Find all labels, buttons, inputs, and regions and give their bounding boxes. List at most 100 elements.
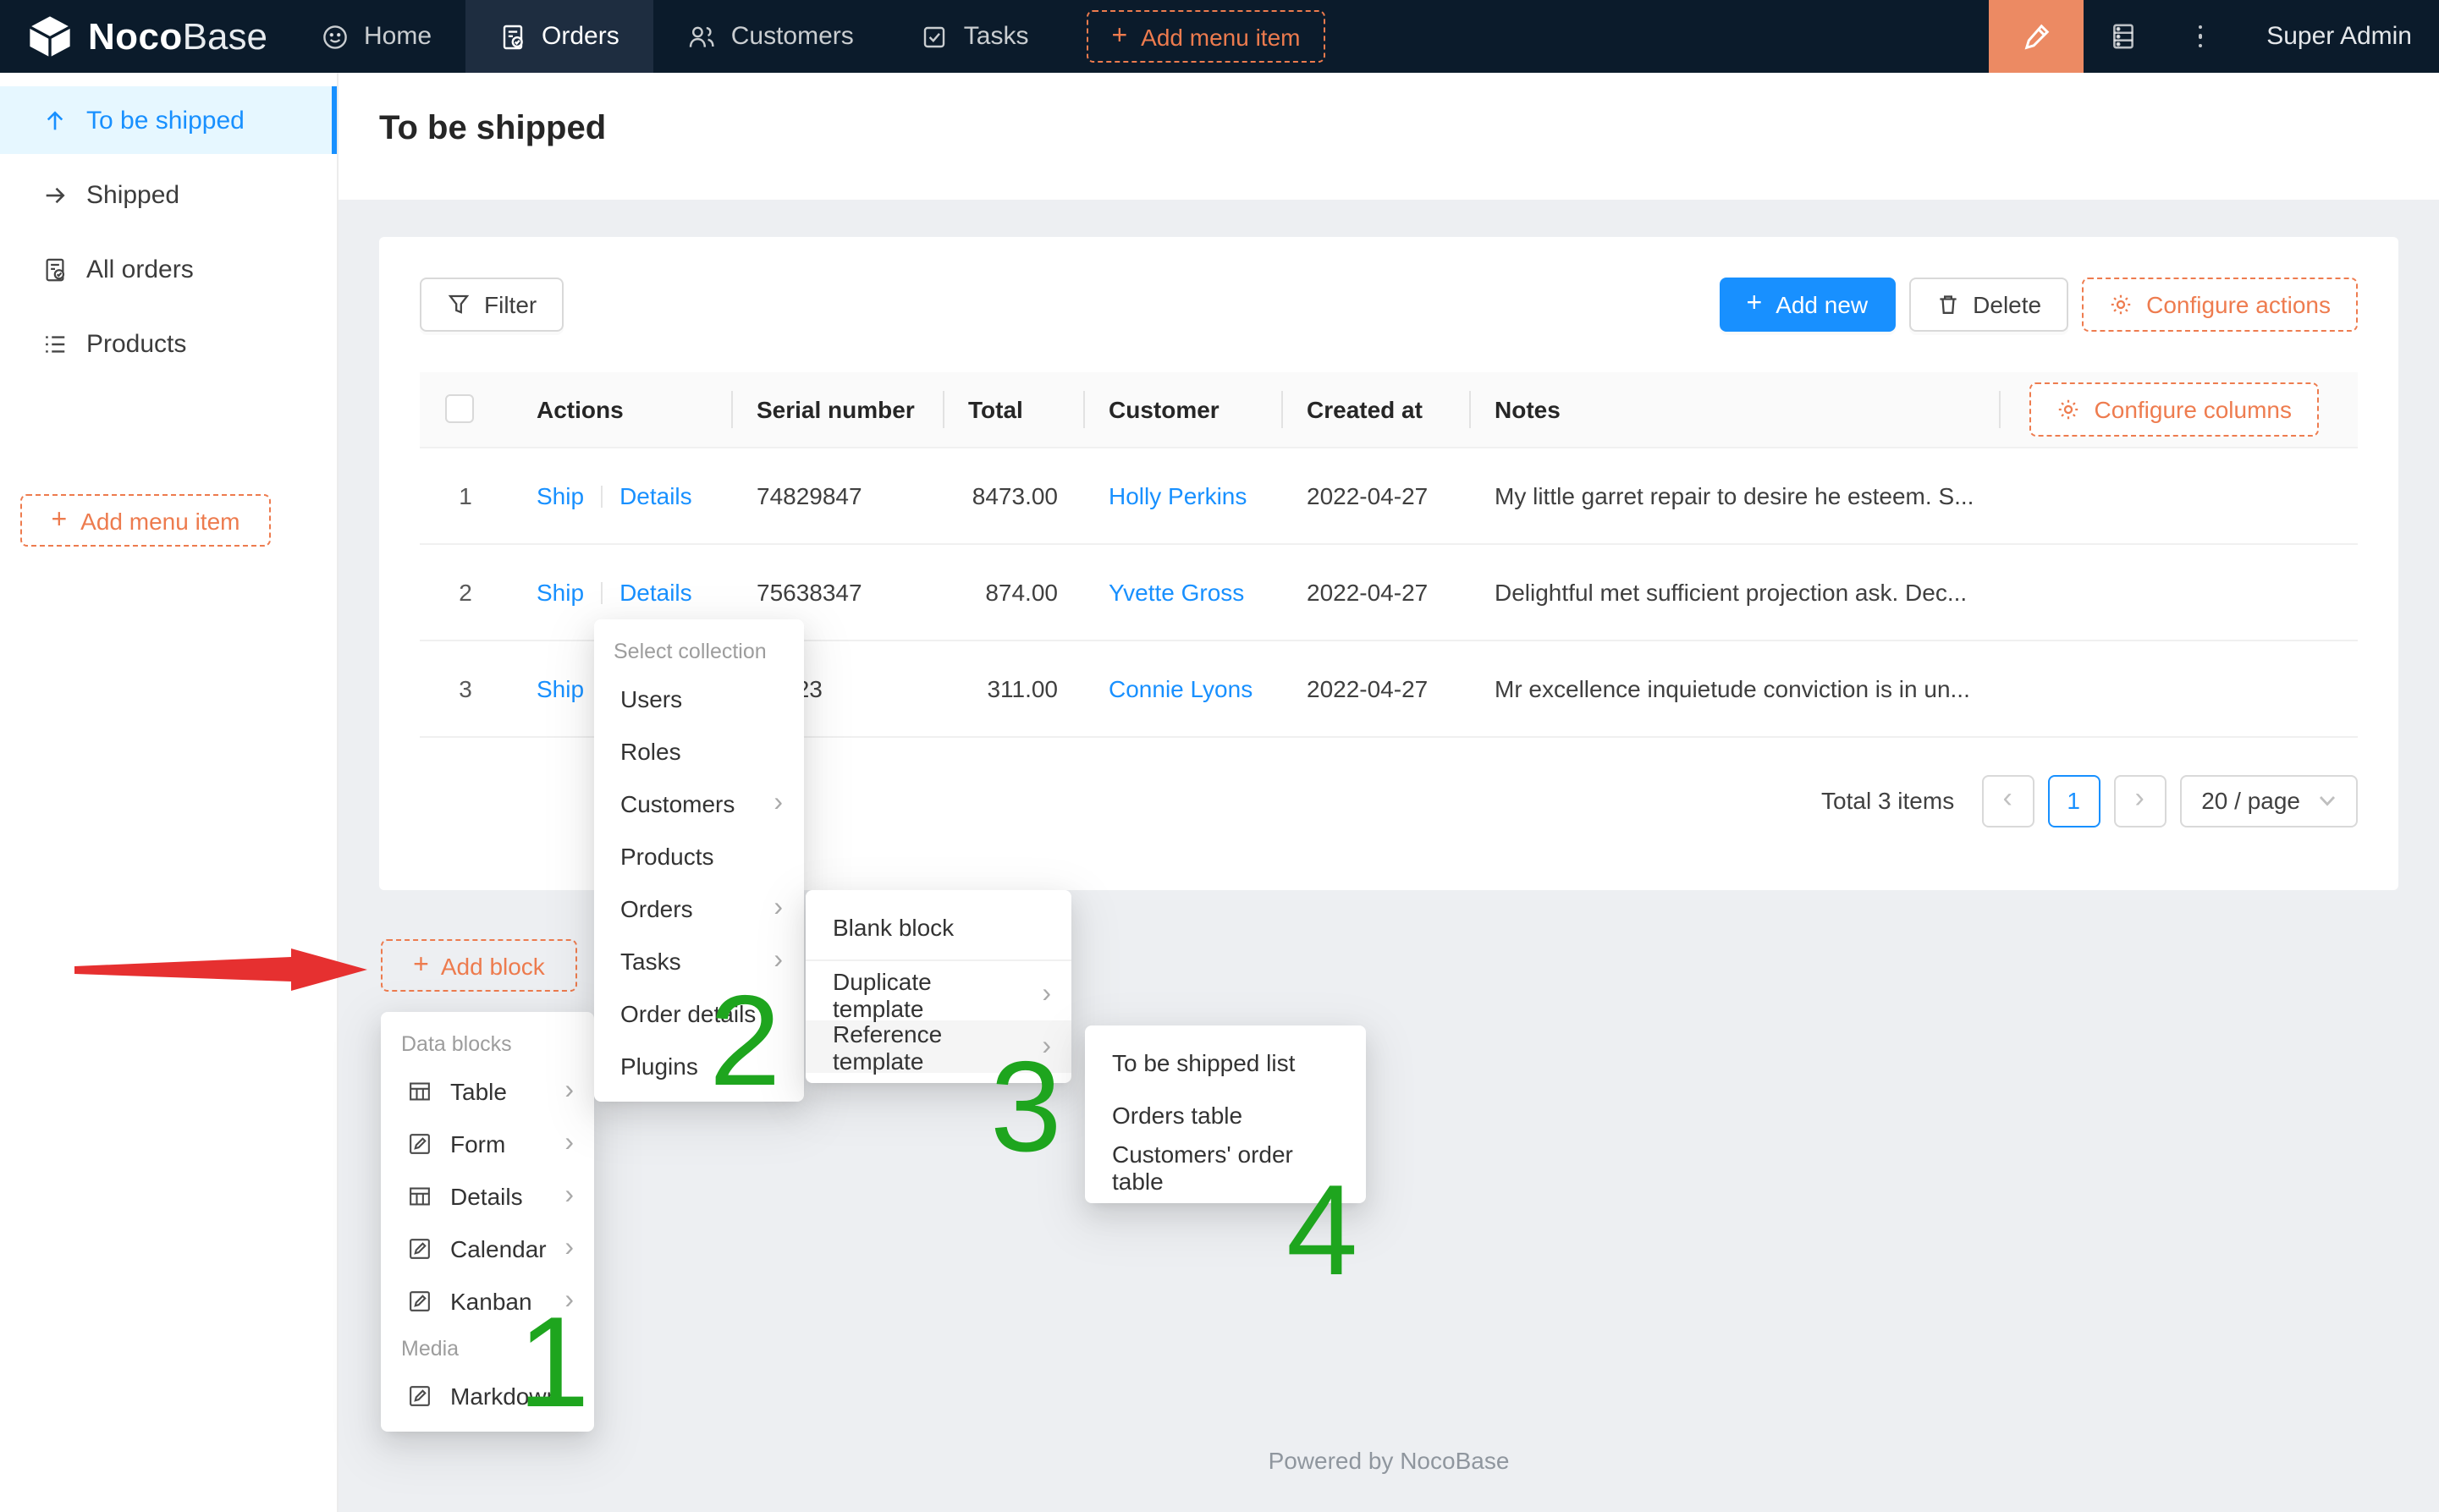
menu-item-blank-block[interactable]: Blank block xyxy=(806,900,1071,953)
nocobase-logo[interactable]: NocoBase xyxy=(0,0,288,73)
delete-button[interactable]: Delete xyxy=(1908,278,2068,332)
menu-item-form[interactable]: Form › xyxy=(381,1117,594,1169)
table-icon xyxy=(408,1079,433,1102)
menu-item-label: Form xyxy=(450,1130,505,1157)
pagination-prev-button[interactable]: ‹ xyxy=(1981,774,2034,827)
list-icon xyxy=(42,331,68,356)
menu-item-label: Users xyxy=(620,685,682,712)
chevron-right-icon: › xyxy=(2135,782,2144,816)
menu-item-details[interactable]: Details › xyxy=(381,1169,594,1222)
menu-item-calendar[interactable]: Calendar › xyxy=(381,1222,594,1274)
toolbar-actions: + Add new Delete xyxy=(1720,278,2359,332)
select-all-checkbox[interactable] xyxy=(445,395,474,424)
app-window: NocoBase Home xyxy=(0,0,2439,1512)
nav-item-home[interactable]: Home xyxy=(288,0,465,73)
ui-editor-button[interactable] xyxy=(1989,0,2084,73)
table-header-row: Actions Serial number Total Customer Cre… xyxy=(420,372,2358,447)
menu-item-to-be-shipped-list[interactable]: To be shipped list xyxy=(1085,1036,1366,1088)
header-checkbox-cell xyxy=(420,372,511,447)
row-notes: Mr excellence inquietude conviction is i… xyxy=(1469,640,1999,736)
page-size-select[interactable]: 20 / page xyxy=(2179,774,2358,827)
chevron-left-icon: ‹ xyxy=(2003,782,2012,816)
nav-item-label: Tasks xyxy=(964,22,1029,51)
details-link[interactable]: Details xyxy=(619,578,692,605)
nav-item-customers[interactable]: Customers xyxy=(653,0,888,73)
menu-divider xyxy=(806,959,1071,961)
menu-item-label: Products xyxy=(620,842,714,869)
menu-item-label: Orders table xyxy=(1112,1101,1242,1128)
configure-actions-label: Configure actions xyxy=(2146,291,2331,318)
navbar-right-tools: Super Admin xyxy=(1989,0,2439,73)
form-icon xyxy=(408,1131,433,1155)
more-options-button[interactable] xyxy=(2161,0,2239,73)
vertical-ellipsis-icon xyxy=(2199,25,2203,48)
chevron-right-icon: › xyxy=(551,1234,574,1262)
row-extra-cell xyxy=(1999,447,2358,543)
sidebar-item-shipped[interactable]: Shipped xyxy=(0,161,337,228)
menu-item-orders[interactable]: Orders› xyxy=(593,882,803,934)
arrow-up-icon xyxy=(42,107,68,133)
arrow-right-icon xyxy=(42,182,68,207)
menu-item-label: Duplicate template xyxy=(833,967,1028,1021)
pagination-next-button[interactable]: › xyxy=(2113,774,2166,827)
user-menu[interactable]: Super Admin xyxy=(2239,0,2439,73)
menu-item-label: Blank block xyxy=(833,913,954,940)
page-size-value: 20 / page xyxy=(2201,787,2300,814)
sidebar-item-products[interactable]: Products xyxy=(0,310,337,377)
add-block-button[interactable]: + Add block xyxy=(381,939,577,992)
row-created-at: 2022-04-27 xyxy=(1281,640,1469,736)
details-link[interactable]: Details xyxy=(619,481,692,509)
add-new-button[interactable]: + Add new xyxy=(1720,278,1896,332)
row-index: 2 xyxy=(420,543,511,640)
user-name: Super Admin xyxy=(2266,22,2412,51)
chevron-right-icon: › xyxy=(760,894,783,921)
sidebar-item-label: All orders xyxy=(86,255,194,283)
step-number-2: 2 xyxy=(709,978,781,1107)
form-icon xyxy=(408,1289,433,1312)
ship-link[interactable]: Ship xyxy=(537,674,584,701)
column-header-serial: Serial number xyxy=(731,372,943,447)
nav-item-orders[interactable]: Orders xyxy=(465,0,653,73)
column-header-total: Total xyxy=(943,372,1083,447)
row-serial: 74829847 xyxy=(731,447,943,543)
nav-item-tasks[interactable]: Tasks xyxy=(888,0,1063,73)
customer-link[interactable]: Yvette Gross xyxy=(1109,578,1244,605)
top-navbar: NocoBase Home xyxy=(0,0,2439,73)
menu-item-label: Details xyxy=(450,1182,523,1209)
ship-link[interactable]: Ship xyxy=(537,481,584,509)
gear-icon xyxy=(2057,398,2081,421)
row-actions: Ship Details xyxy=(511,447,731,543)
sidebar-add-menu-item-button[interactable]: + Add menu item xyxy=(20,494,271,547)
sidebar-item-to-be-shipped[interactable]: To be shipped xyxy=(0,86,337,154)
pagination-page-1[interactable]: 1 xyxy=(2047,774,2100,827)
customer-link[interactable]: Connie Lyons xyxy=(1109,674,1253,701)
menu-item-roles[interactable]: Roles xyxy=(593,724,803,777)
menu-item-table[interactable]: Table › xyxy=(381,1064,594,1117)
action-divider xyxy=(601,485,603,507)
column-header-created-at: Created at xyxy=(1281,372,1469,447)
sidebar-item-label: To be shipped xyxy=(86,106,245,135)
menu-item-products[interactable]: Products xyxy=(593,829,803,882)
sidebar-item-all-orders[interactable]: All orders xyxy=(0,235,337,303)
collections-database-button[interactable] xyxy=(2084,0,2161,73)
nav-item-label: Orders xyxy=(542,22,619,51)
ship-link[interactable]: Ship xyxy=(537,578,584,605)
filter-funnel-icon xyxy=(447,293,471,316)
tasks-check-icon xyxy=(922,23,949,50)
menu-item-customers[interactable]: Customers› xyxy=(593,777,803,829)
form-icon xyxy=(408,1236,433,1260)
chevron-right-icon: › xyxy=(551,1130,574,1157)
row-index: 3 xyxy=(420,640,511,736)
configure-actions-button[interactable]: Configure actions xyxy=(2082,278,2358,332)
configure-columns-button[interactable]: Configure columns xyxy=(2030,382,2319,437)
menu-group-label: Data blocks xyxy=(381,1022,594,1064)
menu-item-users[interactable]: Users xyxy=(593,672,803,724)
table-row: 1 ShipDetails 74829847 8473.00 Holly Per… xyxy=(420,447,2358,543)
filter-button[interactable]: Filter xyxy=(420,278,564,332)
menu-item-duplicate-template[interactable]: Duplicate template› xyxy=(806,968,1071,1020)
row-index: 1 xyxy=(420,447,511,543)
step-number-1: 1 xyxy=(518,1300,590,1428)
customer-link[interactable]: Holly Perkins xyxy=(1109,481,1247,509)
menu-item-orders-table[interactable]: Orders table xyxy=(1085,1088,1366,1141)
navbar-add-menu-item-button[interactable]: + Add menu item xyxy=(1086,10,1325,63)
